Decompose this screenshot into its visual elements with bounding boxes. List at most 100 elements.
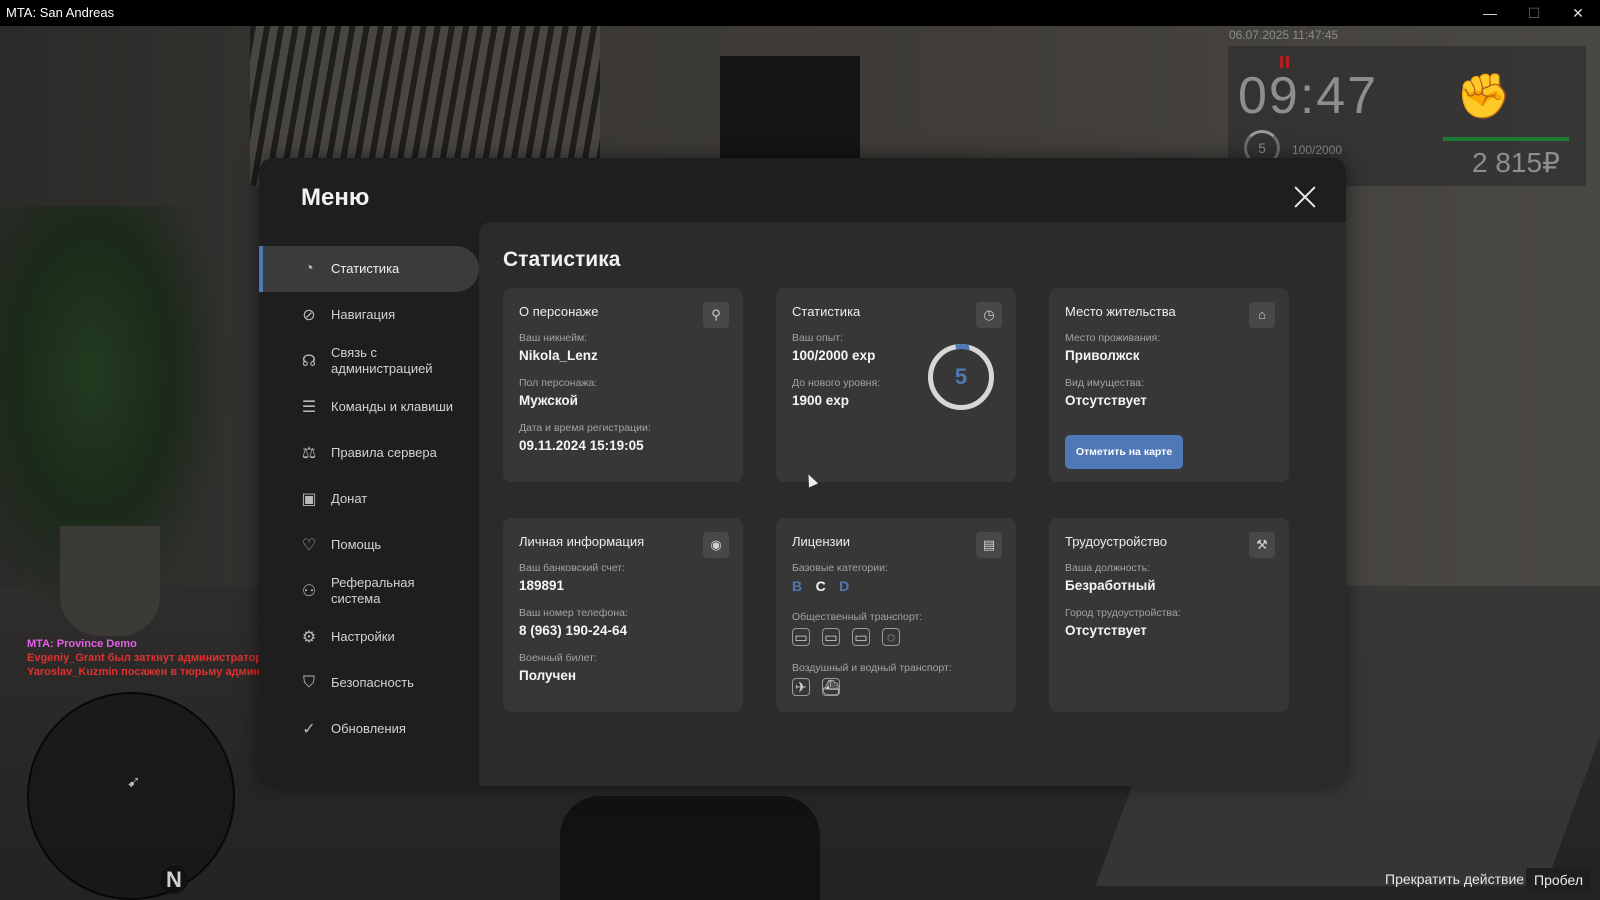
nav-item-label: Навигация [331, 307, 396, 322]
registration-label: Дата и время регистрации: [519, 422, 651, 434]
nav-item-label: Команды и клавиши [331, 399, 454, 414]
clock-chart-icon: ◷ [976, 302, 1002, 328]
employment-card: Трудоустройство ⚒ Ваша должность: Безраб… [1049, 518, 1289, 712]
level-progress-ring: 5 [928, 344, 994, 410]
document-icon: ☰ [301, 399, 317, 416]
card-title: Статистика [792, 304, 861, 319]
nickname-label: Ваш никнейм: [519, 332, 588, 344]
basic-categories-label: Базовые категории: [792, 562, 888, 574]
boat-icon: ⛴ [822, 678, 840, 696]
close-window-button[interactable]: ✕ [1556, 0, 1600, 26]
hud-exp: 100/2000 [1292, 143, 1343, 157]
card-title: Личная информация [519, 534, 645, 549]
gear-icon: ⚙ [301, 629, 317, 646]
nav-item-donate[interactable]: ▣ Донат [259, 476, 479, 522]
bank-account-label: Ваш банковский счет: [519, 562, 625, 574]
nickname-value: Nikola_Lenz [519, 348, 598, 363]
nav-item-rules[interactable]: ⚖ Правила сервера [259, 430, 479, 476]
content-title: Статистика [503, 248, 621, 271]
gender-value: Мужской [519, 393, 578, 408]
health-bar [1443, 137, 1569, 141]
nav-item-statistics[interactable]: ◔ Статистика [259, 246, 479, 292]
next-level-label: До нового уровня: [792, 377, 881, 389]
stop-action-label: Прекратить действие [1385, 871, 1525, 887]
window-title: MTA: San Andreas [6, 5, 115, 20]
window-titlebar: MTA: San Andreas — ☐ ✕ [0, 0, 1600, 26]
nav-item-label: Донат [331, 491, 368, 506]
mark-on-map-button[interactable]: Отметить на карте [1065, 435, 1183, 469]
registration-value: 09.11.2024 15:19:05 [519, 438, 644, 453]
card-title: Лицензии [792, 534, 850, 549]
exp-label: Ваш опыт: [792, 332, 843, 344]
player-character [560, 796, 820, 900]
fist-weapon-icon: ✊ [1456, 72, 1511, 121]
content-panel: Статистика О персонаже ⚲ Ваш никнейм: Ni… [479, 222, 1346, 786]
public-transport-label: Общественный транспорт: [792, 611, 923, 623]
next-level-value: 1900 exp [792, 393, 850, 408]
user-circle-icon: ◉ [703, 532, 729, 558]
compass-icon: ⊘ [302, 307, 316, 324]
nav-item-referral[interactable]: ⚇ Реферальная система [259, 568, 479, 614]
nav-item-label: Статистика [331, 261, 400, 276]
minimize-button[interactable]: — [1468, 0, 1512, 26]
position-label: Ваша должность: [1065, 562, 1150, 574]
plant-pot [60, 526, 160, 636]
air-water-transport-label: Воздушный и водный транспорт: [792, 662, 952, 674]
metro-icon: ◌ [882, 628, 900, 646]
exp-value: 100/2000 exp [792, 348, 876, 363]
nav-item-security[interactable]: ⛉ Безопасность [259, 660, 479, 706]
player-marker-icon: ➹ [127, 774, 141, 791]
gender-label: Пол персонажа: [519, 377, 598, 389]
nav-item-label: Связь с администрацией [331, 345, 433, 376]
chart-icon: ◔ [304, 260, 314, 277]
house-icon: ⌂ [1249, 302, 1275, 328]
network-icon: ⚇ [301, 583, 317, 600]
stats-card: Статистика ◷ Ваш опыт: 100/2000 exp До н… [776, 288, 1016, 482]
residence-label: Место проживания: [1065, 332, 1161, 344]
nav-item-updates[interactable]: ✓ Обновления [259, 706, 479, 752]
nav-item-help[interactable]: ♡ Помощь [259, 522, 479, 568]
plane-icon: ✈ [792, 678, 810, 696]
level-number: 5 [954, 364, 968, 389]
air-water-transport-icons: ✈ ⛴ [792, 678, 840, 696]
nav-item-commands[interactable]: ☰ Команды и клавиши [259, 384, 479, 430]
menu-modal: Меню ◔ Статистика ⊘ Навигация ☊ Связь с … [259, 158, 1346, 786]
nav-item-label: Обновления [331, 721, 406, 736]
maximize-button[interactable]: ☐ [1512, 0, 1556, 26]
nav-item-label: Помощь [331, 537, 382, 552]
public-transport-icons: ▭ ▭ ▭ ◌ [792, 628, 900, 646]
character-card: О персонаже ⚲ Ваш никнейм: Nikola_Lenz П… [503, 288, 743, 482]
nav-item-navigation[interactable]: ⊘ Навигация [259, 292, 479, 338]
nav-item-label: Настройки [331, 629, 395, 644]
card-title: О персонаже [519, 304, 599, 319]
nav-item-contact-admin[interactable]: ☊ Связь с администрацией [259, 338, 479, 384]
north-indicator: N [160, 866, 188, 894]
license-category-d: D [839, 578, 850, 594]
nav-item-settings[interactable]: ⚙ Настройки [259, 614, 479, 660]
position-value: Безработный [1065, 578, 1156, 593]
property-value: Отсутствует [1065, 393, 1147, 408]
hammer-icon: ⚒ [1249, 532, 1275, 558]
minimap-radar: ➹ [27, 692, 235, 900]
scales-icon: ⚖ [301, 445, 317, 462]
close-menu-button[interactable] [1292, 184, 1318, 210]
bus-icon: ▭ [792, 628, 810, 646]
spacebar-key-hint[interactable]: Пробел [1526, 868, 1591, 892]
card-title: Место жительства [1065, 304, 1176, 319]
residence-value: Приволжск [1065, 348, 1140, 363]
nav-item-label: Реферальная система [331, 575, 415, 606]
work-city-label: Город трудоустройства: [1065, 607, 1181, 619]
hud-money: 2 815₽ [1472, 147, 1560, 178]
refresh-icon: ✓ [302, 721, 316, 738]
menu-sidebar: ◔ Статистика ⊘ Навигация ☊ Связь с админ… [259, 246, 479, 752]
headset-icon: ☊ [301, 353, 317, 370]
nav-item-label: Безопасность [331, 675, 414, 690]
menu-title: Меню [301, 184, 370, 211]
person-icon: ⚲ [703, 302, 729, 328]
license-category-c: C [815, 578, 826, 594]
residence-card: Место жительства ⌂ Место проживания: При… [1049, 288, 1289, 482]
heart-hands-icon: ♡ [301, 537, 317, 554]
trolleybus-icon: ▭ [822, 628, 840, 646]
tram-icon: ▭ [852, 628, 870, 646]
property-label: Вид имущества: [1065, 377, 1145, 389]
